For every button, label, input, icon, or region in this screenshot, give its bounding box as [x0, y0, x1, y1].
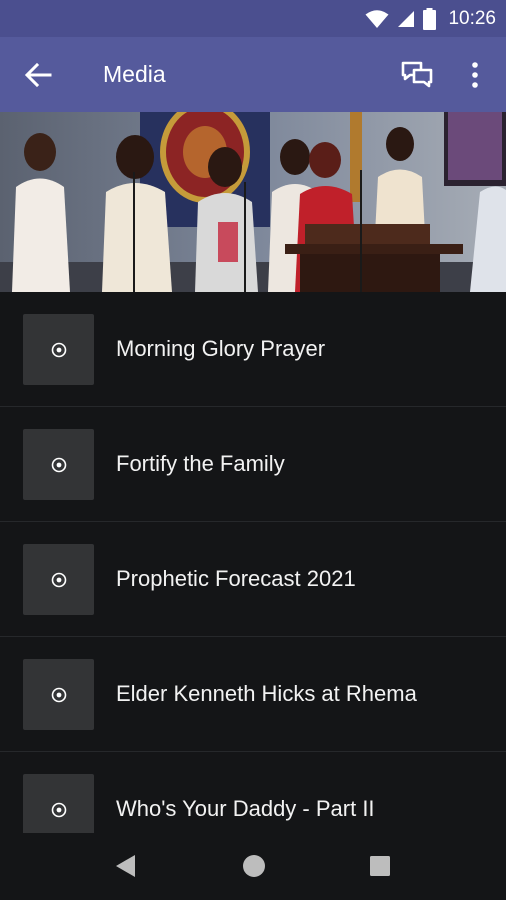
battery-icon	[423, 7, 437, 30]
hero-image	[0, 112, 506, 292]
media-thumbnail	[23, 429, 94, 500]
recents-square-icon	[370, 856, 390, 876]
chat-icon	[401, 61, 433, 88]
media-thumbnail	[23, 544, 94, 615]
back-button[interactable]	[22, 59, 54, 91]
back-triangle-icon	[116, 855, 135, 877]
play-circle-icon	[51, 572, 66, 587]
media-title: Fortify the Family	[116, 451, 285, 476]
play-circle-icon	[51, 457, 66, 472]
media-thumbnail	[23, 774, 94, 833]
play-circle-icon	[51, 342, 66, 357]
more-options-button[interactable]	[462, 59, 488, 91]
choir-photo	[0, 112, 506, 292]
nav-back-button[interactable]	[111, 851, 141, 881]
media-title: Who's Your Daddy - Part II	[116, 796, 375, 821]
media-thumbnail	[23, 659, 94, 730]
status-bar: 10:26	[0, 0, 506, 37]
cell-signal-icon	[398, 10, 415, 27]
media-title: Elder Kenneth Hicks at Rhema	[116, 681, 417, 706]
page-title: Media	[103, 61, 166, 87]
status-icons: 10:26	[365, 6, 496, 31]
media-item[interactable]: Fortify the Family	[0, 407, 506, 522]
chat-button[interactable]	[400, 59, 434, 91]
play-circle-icon	[51, 802, 66, 817]
media-item[interactable]: Prophetic Forecast 2021	[0, 522, 506, 637]
media-title: Prophetic Forecast 2021	[116, 566, 356, 591]
media-list: Morning Glory Prayer Fortify the Family …	[0, 292, 506, 833]
media-thumbnail	[23, 314, 94, 385]
nav-home-button[interactable]	[239, 851, 269, 881]
status-time: 10:26	[448, 7, 496, 29]
more-vert-icon	[472, 62, 478, 88]
media-item[interactable]: Morning Glory Prayer	[0, 292, 506, 407]
home-circle-icon	[243, 855, 265, 877]
media-item[interactable]: Elder Kenneth Hicks at Rhema	[0, 637, 506, 752]
nav-recents-button[interactable]	[365, 851, 395, 881]
system-nav-bar	[0, 833, 506, 900]
wifi-icon	[365, 9, 389, 28]
app-bar: Media	[0, 37, 506, 112]
media-item[interactable]: Who's Your Daddy - Part II	[0, 752, 506, 833]
media-title: Morning Glory Prayer	[116, 336, 326, 361]
arrow-left-icon	[24, 62, 52, 88]
play-circle-icon	[51, 687, 66, 702]
